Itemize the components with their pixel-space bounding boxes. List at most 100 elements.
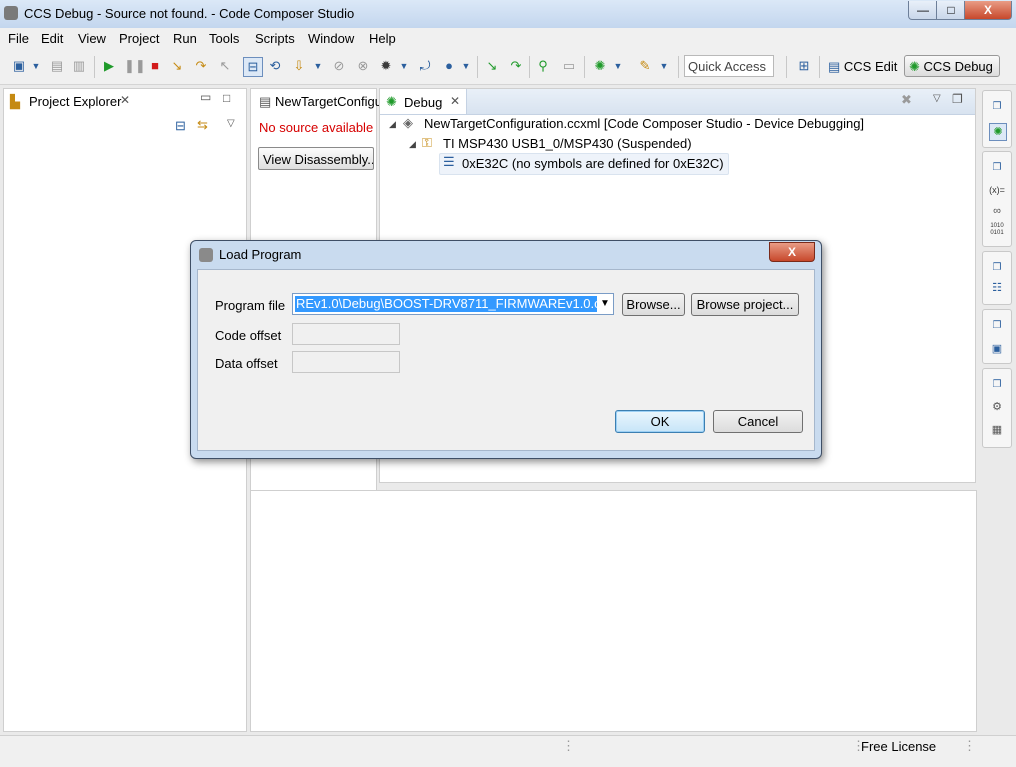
browse-button[interactable]: Browse... — [622, 293, 685, 316]
chevron-down-icon[interactable]: ▼ — [312, 57, 324, 75]
browse-project-button[interactable]: Browse project... — [691, 293, 799, 316]
assembly-step-over-icon[interactable]: ↷ — [507, 57, 525, 75]
debug-tab[interactable]: ✺ Debug ✕ — [380, 89, 467, 114]
tree-target-thread[interactable]: TI MSP430 USB1_0/MSP430 (Suspended) — [443, 136, 692, 151]
close-icon[interactable]: ✕ — [120, 93, 130, 107]
dialog-close-button[interactable]: X — [769, 242, 815, 262]
perspective-ccs-debug[interactable]: ✺ CCS Debug — [904, 55, 1000, 77]
search-icon[interactable]: ⚲ — [534, 57, 552, 75]
perspective-edit-label: CCS Edit — [843, 59, 898, 74]
quick-access-input[interactable]: Quick Access — [684, 55, 774, 77]
dialog-app-icon — [199, 248, 213, 262]
variables-icon[interactable]: (x)= — [989, 182, 1005, 198]
instruction-stepping-icon[interactable]: ⊟ — [243, 57, 263, 77]
new-icon[interactable]: ▣ — [10, 57, 28, 75]
chevron-down-icon[interactable]: ▼ — [658, 57, 670, 75]
chevron-down-icon[interactable]: ▼ — [460, 57, 472, 75]
step-into-icon[interactable]: ↘ — [168, 57, 186, 75]
disassembly-icon[interactable]: ☷ — [989, 280, 1005, 296]
ok-button[interactable]: OK — [615, 410, 705, 433]
restore-view-icon[interactable]: ❐ — [952, 92, 963, 106]
menu-edit[interactable]: Edit — [41, 31, 63, 46]
program-file-label: Program file — [215, 298, 286, 313]
view-menu-icon[interactable]: ▽ — [933, 93, 941, 104]
chevron-down-icon[interactable]: ▼ — [30, 57, 42, 75]
minimize-button[interactable]: — — [908, 1, 938, 20]
skip-breakpoints-icon[interactable]: ⊗ — [354, 57, 372, 75]
terminate-icon[interactable]: ■ — [146, 57, 164, 75]
perspective-ccs-edit[interactable]: ▤ CCS Edit — [828, 56, 897, 78]
expand-icon[interactable]: ◢ — [389, 119, 396, 130]
chevron-down-icon[interactable]: ▼ — [398, 57, 410, 75]
folder-icon: ▙ — [10, 94, 20, 109]
menu-file[interactable]: File — [8, 31, 29, 46]
minimize-view-icon[interactable]: ▭ — [200, 90, 211, 104]
menu-view[interactable]: View — [78, 31, 106, 46]
close-window-button[interactable]: X — [964, 1, 1012, 20]
status-bar: ⋮ ⋮ Free License ⋮ — [0, 735, 1016, 767]
breakpoints-icon[interactable]: ⚙ — [989, 399, 1005, 415]
restart-icon[interactable]: ⟲ — [266, 57, 284, 75]
view-menu-icon[interactable]: ▽ — [227, 118, 235, 129]
tree-stack-frame[interactable]: 0xE32C (no symbols are defined for 0xE32… — [462, 156, 724, 171]
target-chip-icon[interactable]: ✹ — [377, 57, 395, 75]
menu-window[interactable]: Window — [308, 31, 354, 46]
file-icon: ▤ — [259, 94, 272, 109]
resume-icon[interactable]: ▶ — [100, 57, 118, 75]
step-over-icon[interactable]: ↷ — [192, 57, 210, 75]
flash-tool-icon[interactable]: ✎ — [636, 57, 654, 75]
connect-icon[interactable]: ● — [440, 57, 458, 75]
registers-icon[interactable]: 1010 0101 — [989, 223, 1005, 239]
trim-group-variables: ❐ (x)= ∞ 1010 0101 — [982, 151, 1012, 247]
perspective-debug-label: CCS Debug — [923, 59, 993, 74]
restore-view-icon[interactable]: ❐ — [989, 377, 1005, 393]
chevron-down-icon[interactable]: ▼ — [597, 294, 613, 314]
save-icon[interactable]: ▤ — [48, 57, 66, 75]
chevron-down-icon[interactable]: ▼ — [612, 57, 624, 75]
cancel-button[interactable]: Cancel — [713, 410, 803, 433]
view-disassembly-button[interactable]: View Disassembly... — [258, 147, 374, 170]
reset-icon[interactable]: ⤾ — [416, 57, 434, 75]
stack-frame-icon: ☰ — [443, 154, 455, 169]
debug-bug-icon[interactable]: ✺ — [989, 123, 1007, 141]
expand-icon[interactable]: ◢ — [409, 139, 416, 150]
close-icon[interactable]: ✕ — [450, 94, 460, 108]
open-perspective-icon[interactable]: ⊞ — [795, 57, 813, 75]
code-offset-input[interactable] — [292, 323, 400, 345]
menu-run[interactable]: Run — [173, 31, 197, 46]
menu-scripts[interactable]: Scripts — [255, 31, 295, 46]
breakpoints-icon[interactable]: ⊘ — [330, 57, 348, 75]
console-icon[interactable]: ▣ — [989, 341, 1005, 357]
program-file-value: REv1.0\Debug\BOOST-DRV8711_FIRMWAREv1.0.… — [295, 296, 613, 312]
suspend-icon[interactable]: ❚❚ — [124, 57, 146, 75]
collapse-all-icon[interactable]: ⊟ — [175, 118, 186, 134]
remove-terminated-icon[interactable]: ✖ — [901, 92, 912, 108]
menu-help[interactable]: Help — [369, 31, 396, 46]
debug-tab-label: Debug — [404, 95, 443, 110]
link-with-editor-icon[interactable]: ⇆ — [197, 117, 208, 133]
debug-bug-icon[interactable]: ✺ — [591, 57, 609, 75]
maximize-button[interactable]: □ — [936, 1, 966, 20]
save-all-icon[interactable]: ▥ — [70, 57, 88, 75]
restore-view-icon[interactable]: ❐ — [989, 260, 1005, 276]
debug-bug-icon: ✺ — [386, 94, 397, 109]
memory-icon[interactable]: ▦ — [989, 422, 1005, 438]
tree-root-session[interactable]: NewTargetConfiguration.ccxml [Code Compo… — [424, 116, 864, 131]
load-program-icon[interactable]: ⇩ — [290, 57, 308, 75]
restore-view-icon[interactable]: ❐ — [989, 160, 1005, 176]
assembly-step-into-icon[interactable]: ↘ — [483, 57, 501, 75]
restore-view-icon[interactable]: ❐ — [989, 99, 1005, 115]
restore-view-icon[interactable]: ❐ — [989, 318, 1005, 334]
step-return-icon[interactable]: ↖ — [216, 57, 234, 75]
expressions-icon[interactable]: ∞ — [989, 203, 1005, 219]
editor-tab-label[interactable]: NewTargetConfigu — [275, 94, 382, 109]
menu-project[interactable]: Project — [119, 31, 159, 46]
data-offset-input[interactable] — [292, 351, 400, 373]
menu-tools[interactable]: Tools — [209, 31, 239, 46]
status-license: Free License — [861, 739, 937, 754]
project-explorer-tab[interactable]: ▙ Project Explorer ✕ — [4, 89, 138, 113]
toolbar-separator — [584, 56, 585, 78]
terminal-icon[interactable]: ▭ — [560, 57, 578, 75]
maximize-view-icon[interactable]: □ — [223, 91, 230, 105]
program-file-combo[interactable]: REv1.0\Debug\BOOST-DRV8711_FIRMWAREv1.0.… — [292, 293, 614, 315]
